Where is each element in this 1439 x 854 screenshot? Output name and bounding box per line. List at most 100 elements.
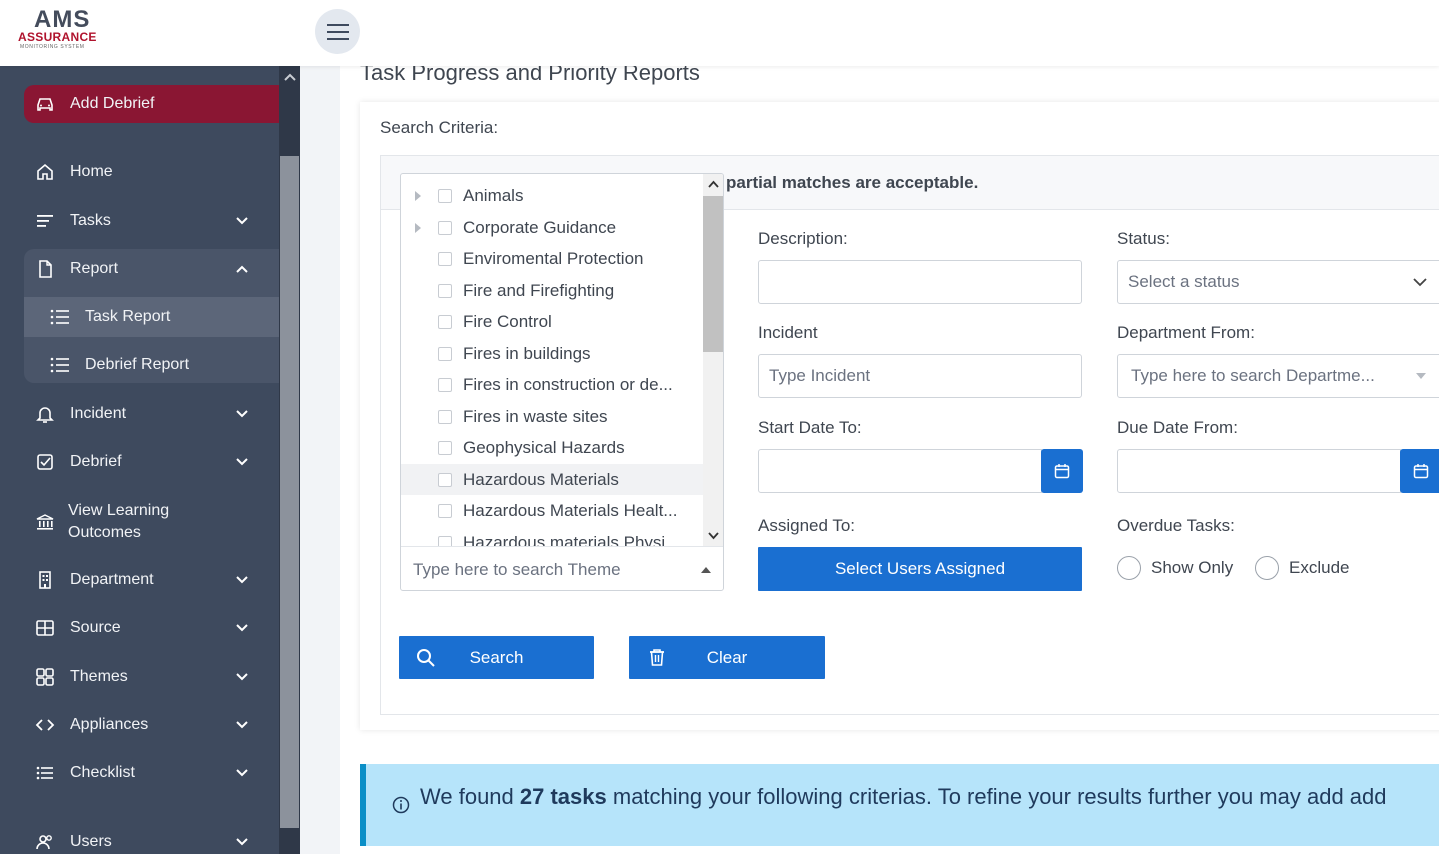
car-icon — [37, 98, 53, 111]
theme-search-placeholder: Type here to search Theme — [413, 559, 621, 579]
scrollbar-thumb[interactable] — [703, 196, 723, 352]
tree-item[interactable]: Fires in buildings — [401, 338, 703, 369]
sidebar-subitem-task-report[interactable]: Task Report — [24, 297, 279, 337]
tree-checkbox[interactable] — [438, 346, 452, 361]
results-text: We found 27 tasks matching your followin… — [420, 784, 1387, 810]
calendar-icon — [1413, 464, 1429, 479]
tree-checkbox[interactable] — [438, 283, 452, 298]
due-date-calendar-button[interactable] — [1400, 449, 1439, 493]
tree-item[interactable]: Enviromental Protection — [401, 243, 703, 274]
tree-checkbox[interactable] — [438, 472, 452, 487]
tree-item[interactable]: Animals — [401, 180, 703, 211]
document-icon — [39, 260, 52, 278]
sidebar-item-report[interactable]: Report — [24, 249, 279, 289]
start-date-calendar-button[interactable] — [1041, 449, 1083, 493]
institution-icon — [36, 514, 54, 530]
tree-item[interactable]: Hazardous materials Physi... — [401, 527, 703, 546]
chevron-up-icon[interactable] — [708, 180, 719, 188]
caret-down-icon — [1416, 373, 1426, 379]
criteria-box: partial matches are acceptable. Descript… — [380, 155, 1439, 715]
tree-item[interactable]: Hazardous Materials Healt... — [401, 495, 703, 526]
results-count: 27 tasks — [519, 784, 607, 809]
sidebar-item-themes[interactable]: Themes — [24, 657, 279, 697]
list-icon — [50, 357, 69, 373]
chevron-down-icon — [236, 458, 248, 466]
clear-button-label: Clear — [706, 647, 748, 667]
tree-item-label: Corporate Guidance — [463, 217, 617, 237]
department-input[interactable]: Type here to search Departme... — [1117, 354, 1439, 398]
menu-toggle-button[interactable] — [315, 9, 360, 54]
tree-item-label: Fire and Firefighting — [463, 280, 615, 300]
scroll-up-button[interactable] — [279, 66, 300, 88]
chevron-down-icon — [236, 721, 248, 729]
apps-icon — [36, 668, 54, 686]
tree-item[interactable]: Fires in construction or de... — [401, 369, 703, 400]
incident-input[interactable]: Type Incident — [758, 354, 1082, 398]
logo[interactable]: AMS ASSURANCE MONITORING SYSTEM — [18, 6, 110, 52]
sidebar-item-label: Tasks — [70, 212, 111, 229]
tree-item[interactable]: Fire and Firefighting — [401, 275, 703, 306]
users-icon — [36, 835, 52, 850]
chevron-down-icon[interactable] — [708, 532, 719, 540]
expand-arrow-icon[interactable] — [415, 222, 421, 233]
sidebar-item-debrief[interactable]: Debrief — [24, 442, 279, 482]
tree-item[interactable]: Geophysical Hazards — [401, 432, 703, 463]
chevron-up-icon — [283, 73, 296, 81]
results-banner: We found 27 tasks matching your followin… — [360, 764, 1439, 846]
tree-checkbox[interactable] — [438, 377, 452, 392]
scrollbar-thumb[interactable] — [280, 156, 299, 828]
sidebar-item-checklist[interactable]: Checklist — [24, 753, 279, 793]
tree-scrollbar[interactable] — [703, 174, 723, 546]
status-value: Select a status — [1128, 272, 1240, 291]
department-label: Department From: — [1117, 323, 1255, 342]
sidebar-item-tasks[interactable]: Tasks — [24, 201, 279, 241]
search-card: Search Criteria: partial matches are acc… — [360, 102, 1439, 730]
tree-item[interactable]: Fire Control — [401, 306, 703, 337]
select-users-assigned-button[interactable]: Select Users Assigned — [758, 547, 1082, 591]
sidebar-item-users[interactable]: Users — [24, 822, 279, 854]
sidebar-item-source[interactable]: Source — [24, 608, 279, 648]
sidebar-item-view-learning-outcomes[interactable]: View Learning Outcomes — [24, 496, 279, 548]
tree-checkbox[interactable] — [438, 251, 452, 266]
sidebar-item-label: Appliances — [70, 716, 149, 733]
tree-item[interactable]: Hazardous Materials — [401, 464, 703, 495]
tree-checkbox[interactable] — [438, 188, 452, 203]
code-icon — [35, 719, 55, 731]
tree-checkbox[interactable] — [438, 503, 452, 518]
show-only-label: Show Only — [1151, 558, 1234, 577]
tree-checkbox[interactable] — [438, 440, 452, 455]
sidebar-item-label: View Learning Outcomes — [68, 502, 170, 541]
tree-checkbox[interactable] — [438, 535, 452, 546]
due-date-input[interactable] — [1117, 449, 1401, 493]
add-debrief-button[interactable]: Add Debrief — [24, 85, 279, 123]
chevron-down-icon — [236, 624, 248, 632]
status-select[interactable]: Select a status — [1117, 260, 1439, 304]
radio-show-only[interactable] — [1117, 556, 1141, 580]
sidebar-item-home[interactable]: Home — [24, 152, 279, 192]
sidebar-item-incident[interactable]: Incident — [24, 394, 279, 434]
chevron-down-icon — [236, 769, 248, 777]
clear-button[interactable]: Clear — [629, 636, 825, 679]
expand-arrow-icon[interactable] — [415, 190, 421, 201]
search-button[interactable]: Search — [399, 636, 594, 679]
radio-exclude[interactable] — [1255, 556, 1279, 580]
sidebar-subitem-debrief-report[interactable]: Debrief Report — [24, 345, 279, 385]
description-input[interactable] — [758, 260, 1082, 304]
main-content: Task Progress and Priority Reports Searc… — [340, 60, 1439, 854]
tree-item[interactable]: Fires in waste sites — [401, 401, 703, 432]
sidebar-item-appliances[interactable]: Appliances — [24, 705, 279, 745]
list-icon — [50, 309, 69, 325]
theme-search-input[interactable]: Type here to search Theme — [401, 546, 723, 590]
caret-up-icon[interactable] — [701, 567, 711, 573]
start-date-input[interactable] — [758, 449, 1042, 493]
tree-item[interactable]: Corporate Guidance — [401, 212, 703, 243]
chevron-down-icon — [236, 217, 248, 225]
due-date-label: Due Date From: — [1117, 418, 1238, 437]
sidebar-item-department[interactable]: Department — [24, 560, 279, 600]
sidebar-scrollbar[interactable] — [279, 66, 300, 854]
tree-checkbox[interactable] — [438, 220, 452, 235]
chevron-down-icon — [1413, 278, 1427, 287]
tree-checkbox[interactable] — [438, 314, 452, 329]
theme-tree-list: Animals Corporate Guidance Enviromental … — [401, 174, 703, 546]
tree-checkbox[interactable] — [438, 409, 452, 424]
